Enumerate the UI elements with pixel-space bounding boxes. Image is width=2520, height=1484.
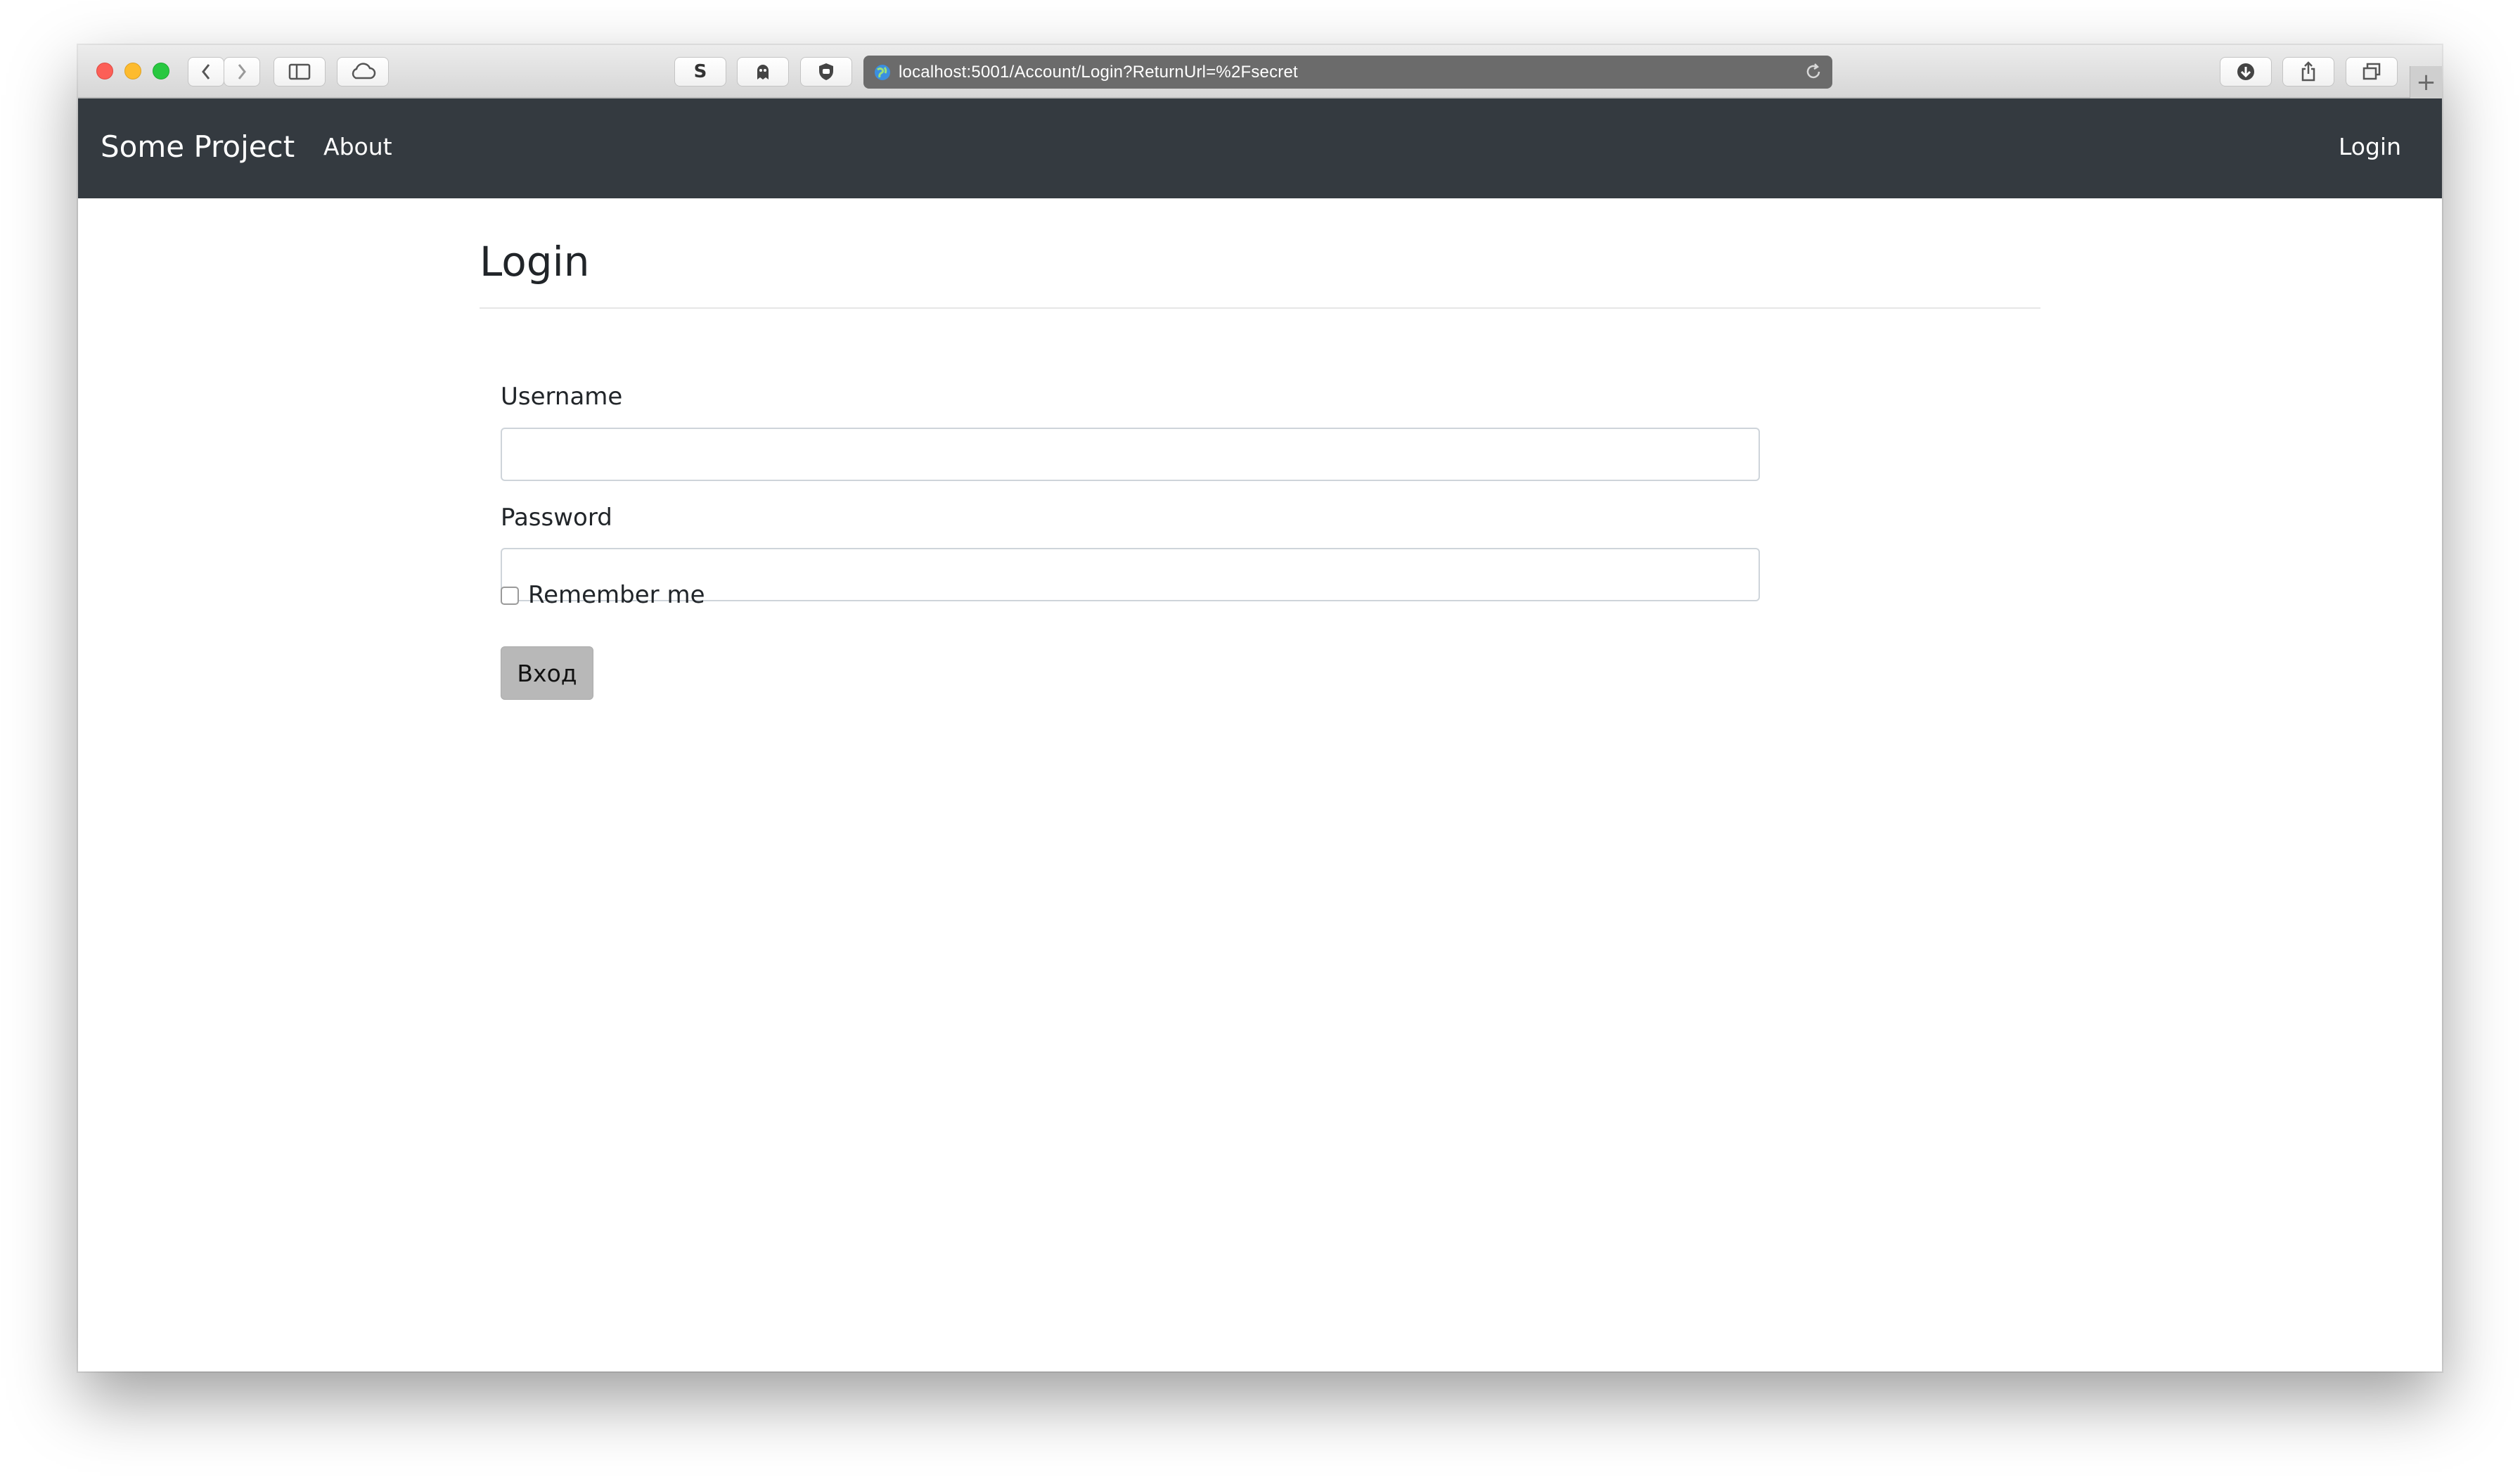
new-tab-button[interactable]: + — [2410, 66, 2442, 98]
download-icon — [2237, 63, 2254, 80]
page-content: Login Username Password Remember me Вход — [78, 198, 2442, 1371]
browser-toolbar: S localhost:5001/Account/Login?ReturnUrl… — [78, 45, 2442, 98]
username-label: Username — [501, 383, 623, 411]
extension-s-button[interactable]: S — [674, 57, 726, 87]
back-button[interactable] — [188, 57, 224, 87]
forward-icon — [238, 64, 246, 79]
icloud-tabs-button[interactable] — [337, 57, 389, 87]
ghost-icon — [757, 65, 769, 79]
address-bar[interactable]: localhost:5001/Account/Login?ReturnUrl=%… — [863, 56, 1832, 89]
close-window-button[interactable] — [96, 63, 113, 79]
remember-me-label[interactable]: Remember me — [528, 581, 705, 609]
back-icon — [202, 64, 210, 79]
app-navbar: Some Project About Login — [78, 98, 2442, 198]
username-input[interactable] — [501, 428, 1760, 481]
brand-link[interactable]: Some Project — [101, 129, 295, 164]
login-submit-button[interactable]: Вход — [501, 646, 593, 700]
password-label: Password — [501, 504, 612, 532]
ghostery-button[interactable] — [737, 57, 789, 87]
downloads-button[interactable] — [2220, 57, 2272, 87]
share-icon — [2301, 61, 2315, 82]
share-button[interactable] — [2282, 57, 2334, 87]
url-text: localhost:5001/Account/Login?ReturnUrl=%… — [899, 62, 1298, 82]
sidebar-button[interactable] — [274, 57, 326, 87]
reload-icon[interactable] — [1804, 63, 1822, 81]
nav-about-link[interactable]: About — [323, 133, 392, 160]
remember-me-checkbox[interactable] — [501, 587, 519, 605]
page-title: Login — [480, 238, 590, 286]
plus-icon: + — [2416, 68, 2436, 96]
globe-icon — [875, 64, 890, 80]
title-divider — [480, 307, 2040, 309]
sidebar-icon — [288, 63, 311, 80]
browser-window: S localhost:5001/Account/Login?ReturnUrl… — [78, 45, 2442, 1371]
extension-s-label: S — [693, 61, 707, 82]
nav-login-link[interactable]: Login — [2339, 133, 2401, 160]
tab-overview-button[interactable] — [2346, 57, 2398, 87]
zoom-window-button[interactable] — [153, 63, 169, 79]
shield-icon — [819, 63, 833, 80]
cloud-icon — [352, 63, 376, 79]
privacy-extension-button[interactable] — [800, 57, 852, 87]
minimize-window-button[interactable] — [124, 63, 141, 79]
forward-button[interactable] — [224, 57, 260, 87]
login-submit-label: Вход — [517, 659, 577, 687]
tabs-icon — [2362, 63, 2381, 80]
